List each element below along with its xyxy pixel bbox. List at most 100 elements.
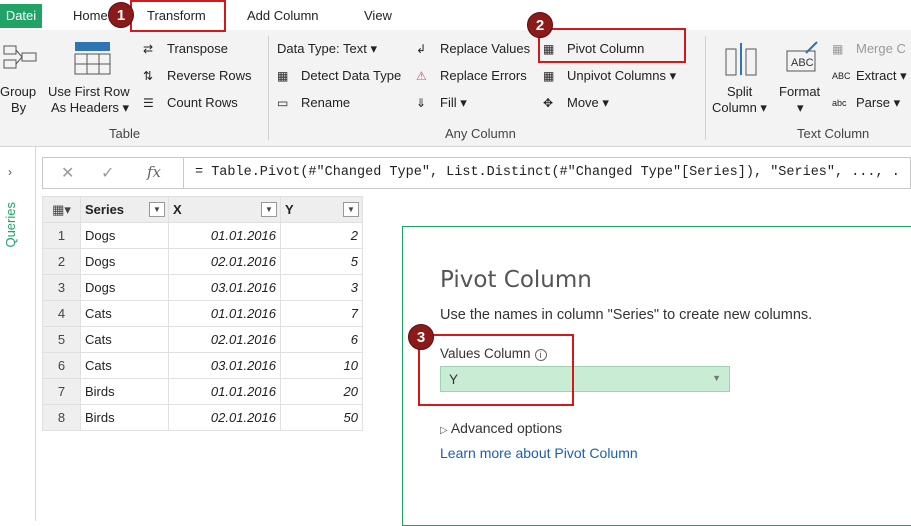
fx-icon[interactable]: fx bbox=[147, 163, 161, 181]
cell-series[interactable]: Birds bbox=[80, 404, 169, 431]
table-row[interactable]: 2 Dogs 02.01.2016 5 bbox=[42, 248, 363, 275]
table-header-row: ▦▾ Series ▼ X ▼ Y ▼ bbox=[42, 196, 363, 223]
cell-x[interactable]: 02.01.2016 bbox=[168, 248, 281, 275]
cell-series[interactable]: Dogs bbox=[80, 248, 169, 275]
column-header-label: Series bbox=[85, 202, 125, 217]
cell-x[interactable]: 01.01.2016 bbox=[168, 222, 281, 249]
callout-badge: 1 bbox=[108, 2, 134, 28]
rename-label: Rename bbox=[301, 95, 351, 110]
row-number: 7 bbox=[42, 378, 81, 405]
column-header-label: Y bbox=[285, 202, 294, 217]
tab-home[interactable]: Home bbox=[73, 5, 108, 27]
dialog-title: Pivot Column bbox=[440, 267, 592, 293]
cell-y[interactable]: 20 bbox=[280, 378, 363, 405]
confirm-icon[interactable]: ✓ bbox=[101, 163, 114, 183]
cell-series[interactable]: Cats bbox=[80, 352, 169, 379]
cell-series[interactable]: Cats bbox=[80, 300, 169, 327]
column-header-label: X bbox=[173, 202, 182, 217]
replace-values-icon: ↲ bbox=[416, 42, 427, 56]
cell-x[interactable]: 03.01.2016 bbox=[168, 352, 281, 379]
cell-y[interactable]: 7 bbox=[280, 300, 363, 327]
cell-y[interactable]: 6 bbox=[280, 326, 363, 353]
cell-x[interactable]: 01.01.2016 bbox=[168, 300, 281, 327]
ribbon: Group By Use First Row As Headers ▾ ⇄ Tr… bbox=[0, 30, 911, 147]
group-by-icon bbox=[3, 45, 37, 69]
cell-y[interactable]: 10 bbox=[280, 352, 363, 379]
table-row[interactable]: 7 Birds 01.01.2016 20 bbox=[42, 378, 363, 405]
advanced-options-label: Advanced options bbox=[450, 420, 563, 436]
callout-box-transform bbox=[130, 0, 226, 32]
rename-icon: ▭ bbox=[277, 96, 289, 110]
table-row[interactable]: 3 Dogs 03.01.2016 3 bbox=[42, 274, 363, 301]
tab-file[interactable]: Datei bbox=[0, 4, 42, 28]
count-rows-label: Count Rows bbox=[167, 95, 238, 110]
queries-pane: › Queries bbox=[0, 147, 36, 521]
table-row[interactable]: 4 Cats 01.01.2016 7 bbox=[42, 300, 363, 327]
cell-y[interactable]: 2 bbox=[280, 222, 363, 249]
callout-box-values-column bbox=[418, 334, 574, 406]
table-row[interactable]: 5 Cats 02.01.2016 6 bbox=[42, 326, 363, 353]
queries-label[interactable]: Queries bbox=[3, 202, 18, 248]
expand-queries-icon[interactable]: › bbox=[8, 165, 12, 179]
svg-text:ABC: ABC bbox=[791, 57, 814, 69]
unpivot-columns-label: Unpivot Columns ▾ bbox=[567, 68, 677, 83]
table-menu-icon[interactable]: ▦▾ bbox=[42, 196, 81, 223]
group-by-label-1: Group bbox=[0, 84, 37, 99]
move-icon: ✥ bbox=[543, 96, 554, 110]
header-row-icon bbox=[74, 42, 111, 75]
replace-errors-label: Replace Errors bbox=[440, 68, 527, 83]
cell-x[interactable]: 02.01.2016 bbox=[168, 326, 281, 353]
group-label-table: Table bbox=[109, 126, 141, 141]
table-row[interactable]: 6 Cats 03.01.2016 10 bbox=[42, 352, 363, 379]
ribbon-separator bbox=[705, 36, 706, 140]
expand-triangle-icon: ▷ bbox=[440, 425, 448, 436]
column-header-x[interactable]: X ▼ bbox=[168, 196, 281, 223]
group-by-label-2: By bbox=[11, 100, 27, 115]
cell-x[interactable]: 02.01.2016 bbox=[168, 404, 281, 431]
formula-input[interactable]: = Table.Pivot(#"Changed Type", List.Dist… bbox=[195, 165, 900, 180]
extract-icon: ABC bbox=[832, 71, 851, 81]
cell-series[interactable]: Cats bbox=[80, 326, 169, 353]
count-rows-icon: ☰ bbox=[143, 96, 154, 110]
cell-y[interactable]: 50 bbox=[280, 404, 363, 431]
row-number: 5 bbox=[42, 326, 81, 353]
cell-series[interactable]: Dogs bbox=[80, 222, 169, 249]
cell-y[interactable]: 3 bbox=[280, 274, 363, 301]
reverse-rows-icon: ⇅ bbox=[143, 69, 154, 83]
callout-badge: 2 bbox=[527, 12, 553, 38]
advanced-options-toggle[interactable]: ▷ Advanced options bbox=[440, 420, 562, 436]
learn-more-link[interactable]: Learn more about Pivot Column bbox=[440, 445, 638, 461]
dropdown-arrow-icon: ▼ bbox=[712, 373, 721, 383]
column-header-series[interactable]: Series ▼ bbox=[80, 196, 169, 223]
fill-down-icon: ⇓ bbox=[416, 96, 427, 110]
unpivot-columns-icon: ▦ bbox=[543, 69, 555, 83]
transpose-icon: ⇄ bbox=[143, 42, 154, 56]
merge-columns-label: Merge C bbox=[856, 41, 906, 56]
row-number: 1 bbox=[42, 222, 81, 249]
cell-y[interactable]: 5 bbox=[280, 248, 363, 275]
cell-x[interactable]: 03.01.2016 bbox=[168, 274, 281, 301]
tab-add-column[interactable]: Add Column bbox=[247, 5, 319, 27]
dialog-description: Use the names in column "Series" to crea… bbox=[440, 307, 813, 323]
row-number: 2 bbox=[42, 248, 81, 275]
row-number: 3 bbox=[42, 274, 81, 301]
group-label-any-column: Any Column bbox=[445, 126, 516, 141]
cell-x[interactable]: 01.01.2016 bbox=[168, 378, 281, 405]
cell-series[interactable]: Dogs bbox=[80, 274, 169, 301]
cell-series[interactable]: Birds bbox=[80, 378, 169, 405]
filter-dropdown-icon[interactable]: ▼ bbox=[149, 202, 165, 217]
formula-bar-divider bbox=[183, 158, 184, 188]
filter-dropdown-icon[interactable]: ▼ bbox=[343, 202, 359, 217]
fill-label: Fill ▾ bbox=[440, 95, 467, 110]
tab-view[interactable]: View bbox=[364, 5, 392, 27]
column-header-y[interactable]: Y ▼ bbox=[280, 196, 363, 223]
cancel-icon[interactable]: ✕ bbox=[61, 163, 74, 183]
detect-data-type-label: Detect Data Type bbox=[301, 68, 402, 83]
transpose-label: Transpose bbox=[167, 41, 228, 56]
filter-dropdown-icon[interactable]: ▼ bbox=[261, 202, 277, 217]
table-row[interactable]: 8 Birds 02.01.2016 50 bbox=[42, 404, 363, 431]
replace-values-label: Replace Values bbox=[440, 41, 531, 56]
table-row[interactable]: 1 Dogs 01.01.2016 2 bbox=[42, 222, 363, 249]
format-label-2: ▾ bbox=[797, 100, 804, 115]
format-icon: ABC bbox=[786, 41, 818, 72]
